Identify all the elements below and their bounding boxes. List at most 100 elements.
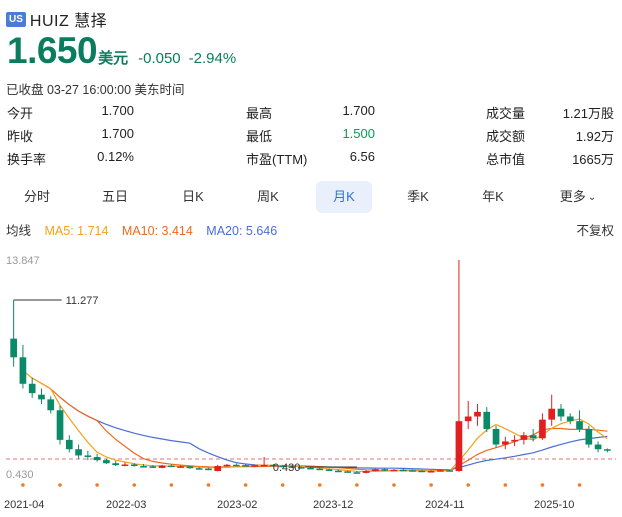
ma5-line	[22, 370, 608, 473]
candle	[539, 413, 546, 440]
candle-body	[474, 411, 481, 417]
stat-value-open: 1.700	[101, 103, 134, 118]
candle	[399, 468, 407, 472]
candle	[464, 400, 472, 429]
candle-body	[325, 469, 333, 471]
candle-body	[520, 435, 528, 440]
candle-body	[84, 455, 92, 458]
candle	[112, 460, 120, 467]
stat-value-low: 1.500	[342, 126, 375, 141]
tab-more[interactable]: 更多 ⌄	[548, 181, 608, 213]
candle	[223, 464, 231, 467]
candle	[566, 413, 574, 425]
stat-value-pe-ttm: 6.56	[349, 149, 375, 164]
event-dot	[21, 483, 25, 487]
stats-table: 今开 1.700 最高 1.700 成交量 1.21万股 昨收 1.700 最低…	[0, 103, 622, 172]
candle-body	[65, 439, 73, 450]
candle	[483, 407, 491, 433]
tab-yearly-k[interactable]: 年K	[465, 181, 521, 213]
tab-five-day[interactable]: 五日	[87, 181, 143, 213]
chevron-down-icon: ⌄	[587, 192, 597, 203]
adjustment-toggle[interactable]: 不复权	[576, 220, 614, 239]
stat-label-turnover-rate: 换手率	[7, 152, 47, 167]
candle-body	[557, 408, 565, 417]
market-badge: US	[6, 11, 26, 27]
candle-body	[464, 416, 472, 422]
min-marker-label: 0.430	[273, 462, 301, 474]
tab-intraday[interactable]: 分时	[9, 181, 65, 213]
candle-body	[149, 466, 157, 468]
candle	[10, 300, 17, 367]
x-axis-label: 2025-10	[534, 499, 574, 511]
event-dot	[317, 483, 322, 487]
candle-body	[455, 421, 463, 472]
candle-body	[140, 466, 147, 468]
tab-monthly-k[interactable]: 月K	[316, 181, 372, 213]
event-dot	[58, 483, 62, 487]
candle-body	[186, 466, 194, 469]
y-axis-min-label: 0.430	[6, 469, 34, 481]
candle-body	[316, 468, 324, 471]
candle	[492, 425, 500, 448]
candle	[576, 410, 583, 433]
stat-value-volume: 1.21万股	[562, 106, 614, 121]
candle	[520, 432, 528, 445]
candle-body	[232, 464, 240, 467]
event-dots	[21, 483, 582, 487]
candle-body	[168, 465, 175, 468]
candle-body	[529, 435, 537, 439]
candle	[75, 444, 82, 459]
price-change-percent: -2.94%	[188, 50, 237, 67]
candle-body	[372, 469, 379, 472]
candle-body	[501, 441, 509, 445]
stat-value-turnover: 1.92万	[575, 129, 614, 144]
candle-body	[437, 470, 444, 472]
tab-quarterly-k[interactable]: 季K	[390, 181, 446, 213]
candle-body	[511, 439, 518, 442]
candle	[511, 435, 518, 447]
candle-body	[177, 466, 184, 468]
tab-daily-k[interactable]: 日K	[165, 181, 221, 213]
candle-body	[576, 421, 583, 429]
currency: 美元	[98, 50, 129, 67]
candle	[47, 396, 55, 414]
event-dot	[169, 483, 174, 487]
stock-name: HUIZ 慧择	[29, 13, 108, 30]
candle	[232, 463, 240, 467]
candle-body	[10, 338, 17, 358]
candle-body	[103, 460, 110, 464]
event-dot	[243, 483, 248, 487]
tab-weekly-k[interactable]: 周K	[240, 181, 296, 213]
candle	[557, 404, 565, 422]
candle-body	[130, 464, 138, 467]
x-axis-label: 2023-12	[313, 499, 353, 511]
candle	[372, 468, 379, 472]
stats-row: 今开 1.700 最高 1.700 成交量 1.21万股	[0, 103, 622, 126]
candle	[19, 344, 27, 389]
candle-body	[409, 470, 416, 472]
candle	[548, 394, 556, 426]
candle	[93, 453, 101, 462]
candle-body	[539, 419, 546, 439]
candle-body	[75, 449, 82, 456]
stat-label-volume: 成交量	[486, 106, 526, 121]
event-dot	[355, 483, 359, 487]
chart-period-tabs: 分时 五日 日K 周K 月K 季K 年K 更多 ⌄	[0, 181, 622, 213]
candle-body	[446, 470, 453, 472]
candle	[594, 441, 602, 453]
market-status: 已收盘 03-27 16:00:00 美东时间	[6, 83, 185, 97]
candle	[455, 260, 463, 472]
candle-body	[307, 467, 314, 470]
candle	[474, 404, 481, 426]
candle-body	[214, 466, 222, 472]
candle-body	[93, 457, 101, 461]
candle-body	[47, 399, 55, 411]
price-row: 1.650 美元 -0.050 -2.94%	[7, 30, 236, 72]
kline-chart[interactable]: 13.847 0.430 11.277 0.430 2021-04 2022-03…	[0, 240, 622, 517]
candle-body	[19, 357, 27, 384]
event-dot	[95, 483, 99, 487]
candle-body	[483, 411, 491, 429]
candle-body	[28, 383, 36, 394]
candle-body	[548, 408, 556, 420]
candle-body	[251, 465, 259, 467]
